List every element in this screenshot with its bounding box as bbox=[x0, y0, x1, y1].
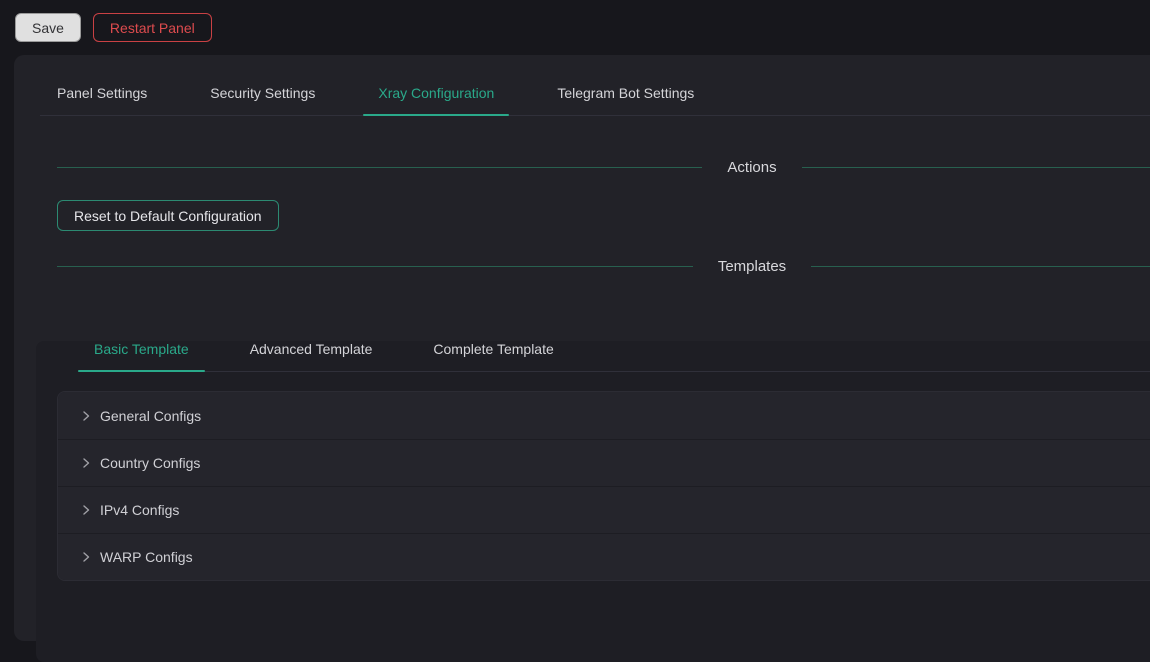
divider-line-left bbox=[57, 266, 693, 267]
tab-security-settings[interactable]: Security Settings bbox=[210, 85, 315, 115]
tab-complete-template[interactable]: Complete Template bbox=[417, 341, 569, 371]
tab-advanced-template[interactable]: Advanced Template bbox=[234, 341, 389, 371]
settings-card: Panel Settings Security Settings Xray Co… bbox=[14, 55, 1150, 641]
restart-panel-button[interactable]: Restart Panel bbox=[93, 13, 212, 42]
collapse-warp-configs[interactable]: WARP Configs bbox=[58, 533, 1150, 580]
save-button[interactable]: Save bbox=[15, 13, 81, 42]
reset-default-config-button[interactable]: Reset to Default Configuration bbox=[57, 200, 279, 231]
settings-tabs: Panel Settings Security Settings Xray Co… bbox=[40, 85, 1150, 116]
templates-card: Basic Template Advanced Template Complet… bbox=[36, 341, 1150, 662]
collapse-label: WARP Configs bbox=[100, 549, 193, 565]
collapse-general-configs[interactable]: General Configs bbox=[58, 392, 1150, 439]
tab-basic-template[interactable]: Basic Template bbox=[78, 341, 205, 371]
chevron-right-icon bbox=[80, 504, 92, 516]
templates-divider-label: Templates bbox=[718, 258, 786, 275]
tab-xray-configuration[interactable]: Xray Configuration bbox=[378, 85, 494, 115]
tab-telegram-bot-settings[interactable]: Telegram Bot Settings bbox=[557, 85, 694, 115]
collapse-label: Country Configs bbox=[100, 455, 200, 471]
collapse-label: IPv4 Configs bbox=[100, 502, 179, 518]
divider-line-left bbox=[57, 167, 702, 168]
chevron-right-icon bbox=[80, 551, 92, 563]
chevron-right-icon bbox=[80, 457, 92, 469]
collapse-ipv4-configs[interactable]: IPv4 Configs bbox=[58, 486, 1150, 533]
template-accordion: General Configs Country Configs IPv4 Con… bbox=[57, 391, 1150, 581]
tab-panel-settings[interactable]: Panel Settings bbox=[57, 85, 147, 115]
collapse-country-configs[interactable]: Country Configs bbox=[58, 439, 1150, 486]
divider-line-right bbox=[811, 266, 1150, 267]
divider-line-right bbox=[802, 167, 1150, 168]
template-tabs: Basic Template Advanced Template Complet… bbox=[78, 341, 1150, 372]
templates-divider: Templates bbox=[14, 255, 1150, 277]
actions-divider-label: Actions bbox=[727, 159, 776, 176]
chevron-right-icon bbox=[80, 410, 92, 422]
collapse-label: General Configs bbox=[100, 408, 201, 424]
topbar: Save Restart Panel bbox=[0, 0, 1150, 55]
actions-divider: Actions bbox=[14, 156, 1150, 178]
